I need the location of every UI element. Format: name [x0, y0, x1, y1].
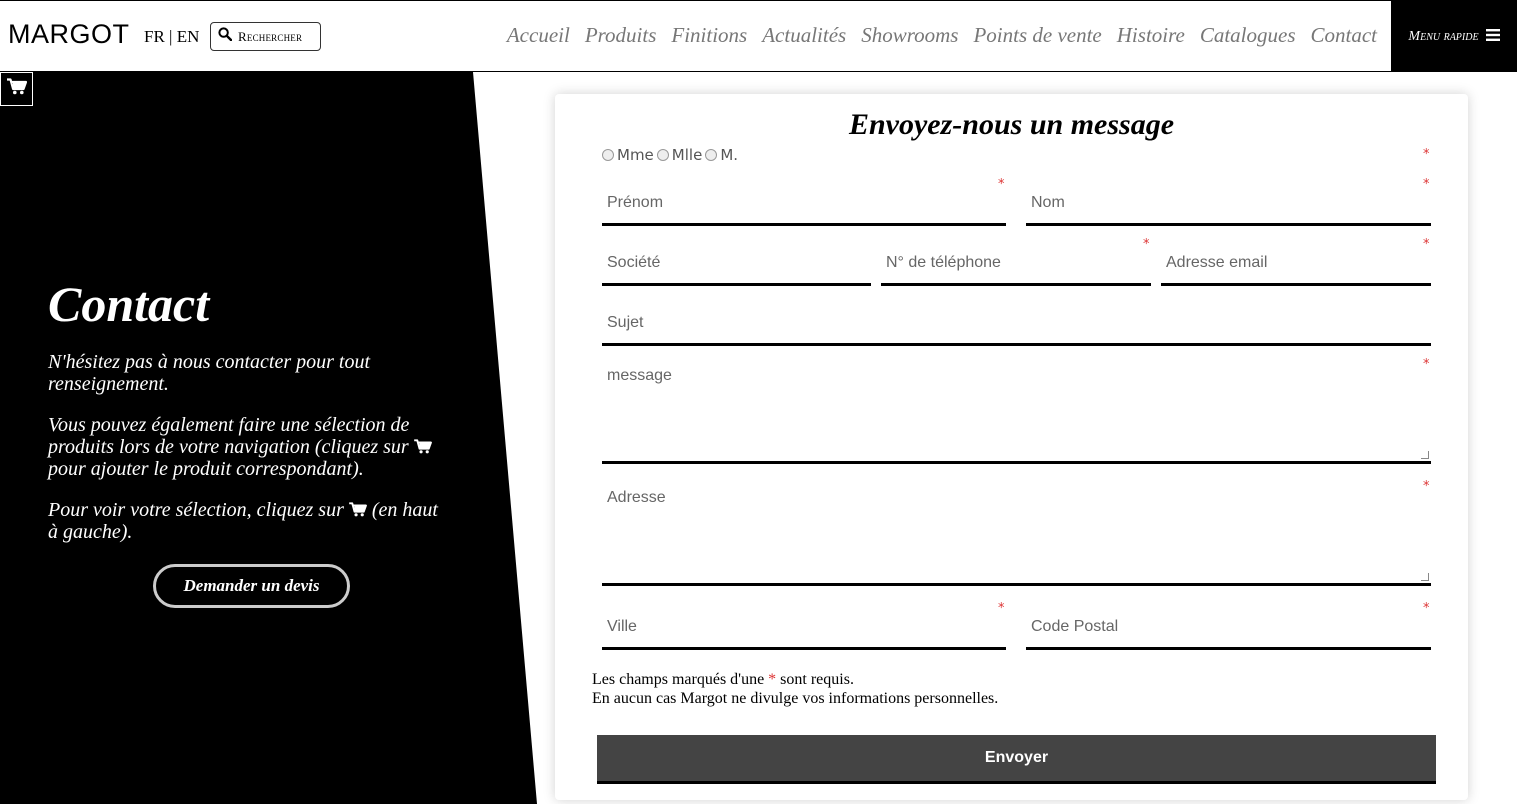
nav-points-de-vente[interactable]: Points de vente	[973, 23, 1101, 48]
city-field	[602, 606, 1006, 650]
contact-form-card: Envoyez-nous un message Mme Mlle M. * * …	[555, 94, 1468, 800]
cart-button[interactable]	[0, 72, 33, 106]
lang-en-link[interactable]: EN	[177, 27, 200, 46]
required-mark: *	[1423, 357, 1430, 372]
radio-m[interactable]: M.	[705, 146, 738, 164]
radio-dot[interactable]	[705, 149, 718, 161]
radio-dot[interactable]	[656, 149, 669, 161]
cart-icon	[413, 436, 432, 458]
radio-label-m: M.	[720, 146, 739, 164]
privacy-note: En aucun cas Margot ne divulge vos infor…	[592, 690, 999, 707]
zip-field	[1026, 606, 1431, 650]
radio-mlle[interactable]: Mlle	[656, 146, 703, 164]
company-input[interactable]	[602, 242, 871, 283]
lastname-field	[1026, 182, 1431, 226]
nav-produits[interactable]: Produits	[585, 23, 657, 48]
logo[interactable]: MARGOT	[8, 19, 130, 50]
view-selection-paragraph: Pour voir votre sélection, cliquez sur (…	[48, 499, 448, 543]
civility-radio-group: Mme Mlle M.	[602, 146, 741, 164]
request-quote-button[interactable]: Demander un devis	[153, 564, 350, 608]
subject-input[interactable]	[602, 302, 1431, 343]
phone-field	[881, 242, 1151, 286]
search-icon	[218, 27, 233, 46]
selection-text-after: pour ajouter le produit correspondant).	[48, 458, 364, 480]
form-note: Les champs marqués d'une * sont requis. …	[592, 670, 998, 708]
search-button[interactable]: Rechercher	[210, 22, 321, 51]
required-mark: *	[1423, 237, 1430, 252]
search-label: Rechercher	[238, 28, 303, 44]
note-text-after: sont requis.	[780, 671, 854, 688]
nav-histoire[interactable]: Histoire	[1117, 23, 1185, 48]
language-switcher: FR | EN	[144, 27, 199, 47]
required-mark: *	[1423, 177, 1430, 192]
zip-input[interactable]	[1026, 606, 1431, 647]
resize-handle[interactable]	[1421, 573, 1429, 581]
site-header: MARGOT FR | EN Rechercher Accueil Produi…	[0, 0, 1517, 72]
quick-menu-button[interactable]: Menu rapide	[1391, 1, 1517, 72]
phone-input[interactable]	[881, 242, 1151, 283]
menu-icon	[1485, 28, 1500, 46]
required-mark: *	[1423, 147, 1430, 162]
address-textarea[interactable]	[602, 482, 1431, 583]
radio-label-mlle: Mlle	[671, 146, 703, 164]
note-text-before: Les champs marqués d'une	[592, 671, 765, 688]
firstname-input[interactable]	[602, 182, 1006, 223]
view-selection-text-before: Pour voir votre sélection, cliquez sur	[48, 499, 344, 521]
nav-finitions[interactable]: Finitions	[671, 23, 747, 48]
main-nav: Accueil Produits Finitions Actualités Sh…	[507, 23, 1377, 48]
email-field	[1161, 242, 1431, 286]
lang-fr-link[interactable]: FR	[144, 27, 165, 46]
cart-icon	[6, 78, 27, 100]
city-input[interactable]	[602, 606, 1006, 647]
message-textarea[interactable]	[602, 360, 1431, 461]
nav-catalogues[interactable]: Catalogues	[1200, 23, 1296, 48]
lang-separator: |	[169, 27, 173, 46]
intro-paragraph: N'hésitez pas à nous contacter pour tout…	[48, 351, 371, 395]
required-mark: *	[998, 601, 1005, 616]
radio-dot[interactable]	[602, 149, 614, 161]
cart-icon	[349, 499, 367, 521]
submit-button[interactable]: Envoyer	[597, 735, 1436, 784]
subject-field	[602, 302, 1431, 346]
note-required-mark: *	[768, 671, 777, 688]
selection-text-before: Vous pouvez également faire une sélectio…	[48, 414, 410, 458]
resize-handle[interactable]	[1421, 451, 1429, 459]
quick-menu-label: Menu rapide	[1408, 28, 1479, 44]
required-mark: *	[1423, 601, 1430, 616]
selection-paragraph: Vous pouvez également faire une sélectio…	[48, 414, 448, 480]
nav-actualites[interactable]: Actualités	[762, 23, 846, 48]
form-title: Envoyez-nous un message	[848, 108, 1175, 141]
firstname-field	[602, 182, 1006, 226]
company-field	[602, 242, 871, 286]
nav-showrooms[interactable]: Showrooms	[861, 23, 958, 48]
radio-label-mme: Mme	[617, 146, 654, 164]
required-mark: *	[998, 177, 1005, 192]
page-title: Contact	[48, 276, 210, 332]
nav-accueil[interactable]: Accueil	[507, 23, 570, 48]
nav-contact[interactable]: Contact	[1311, 23, 1378, 48]
address-field	[602, 482, 1431, 586]
lastname-input[interactable]	[1026, 182, 1431, 223]
required-mark: *	[1423, 479, 1430, 494]
message-field	[602, 360, 1431, 464]
required-mark: *	[1143, 237, 1150, 252]
email-input[interactable]	[1161, 242, 1431, 283]
radio-mme[interactable]: Mme	[602, 146, 654, 164]
